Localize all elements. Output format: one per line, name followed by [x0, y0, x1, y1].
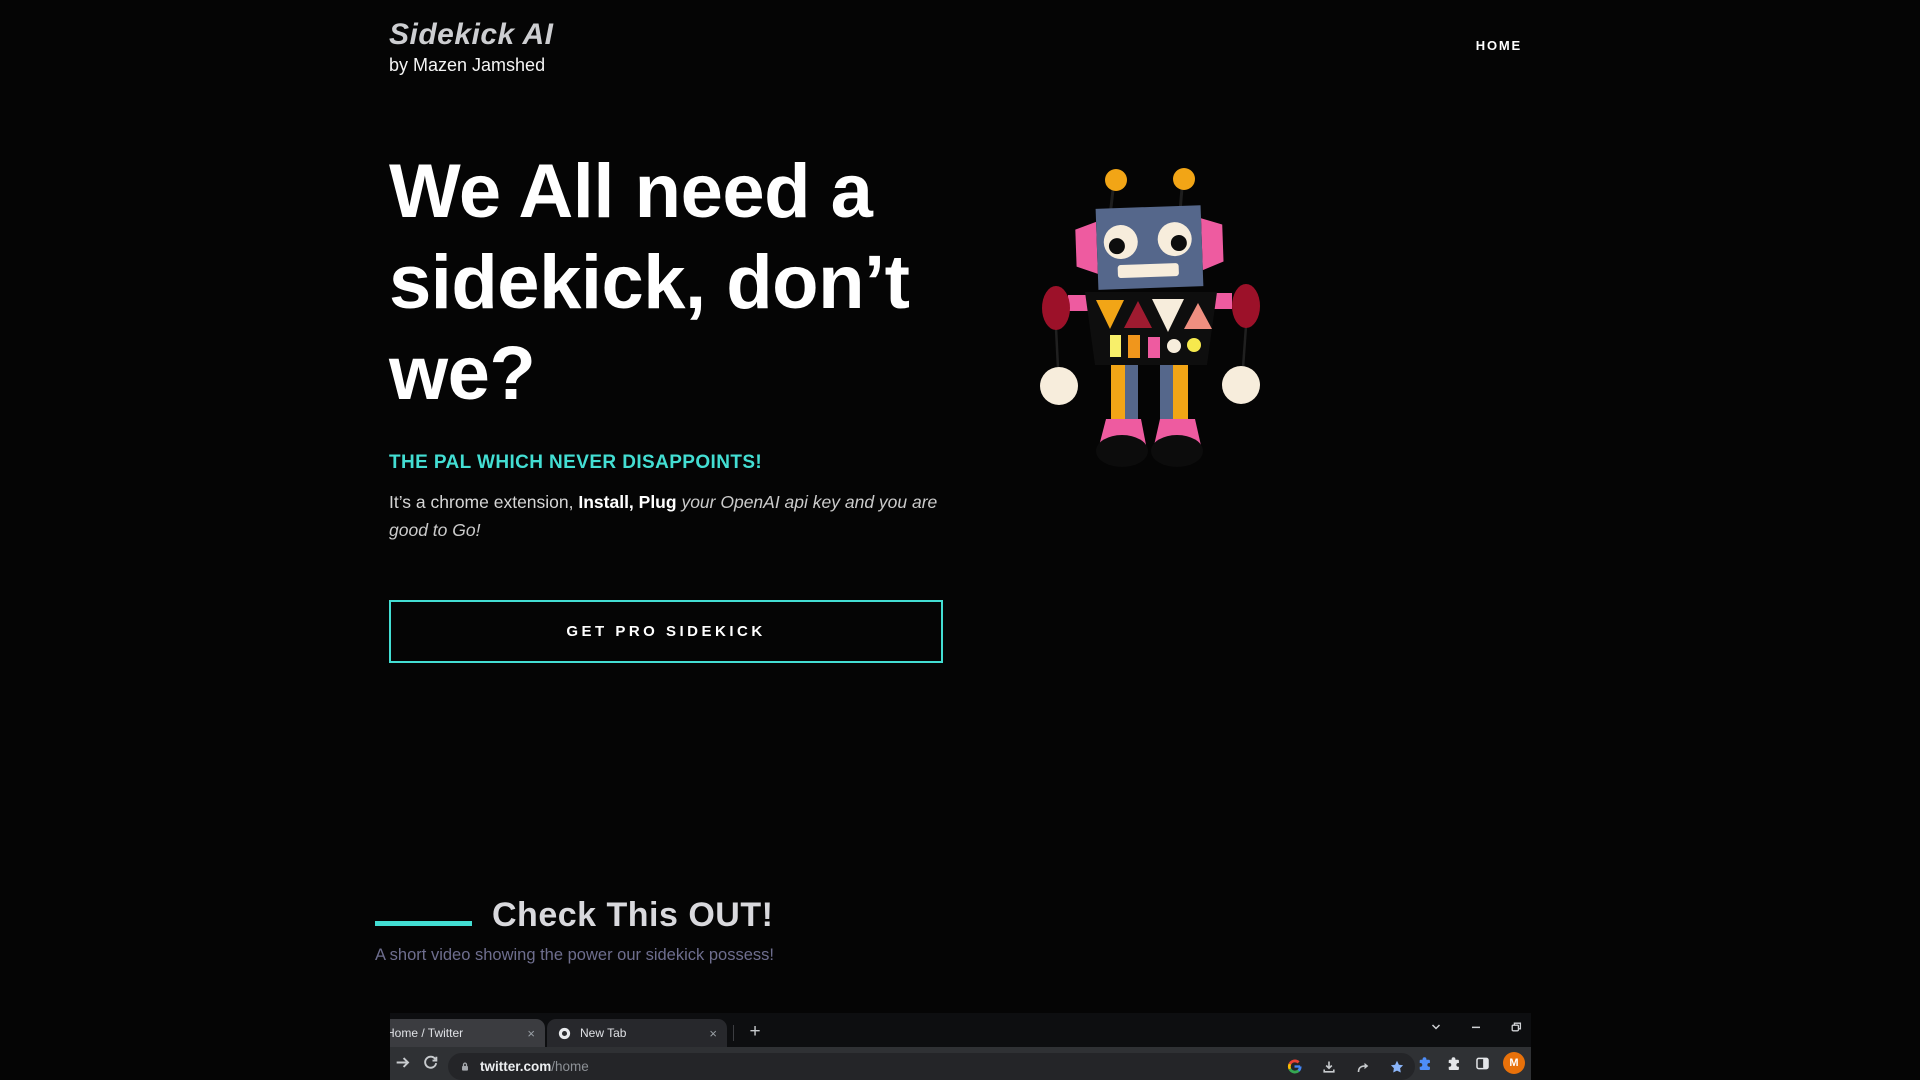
sidekick-robot-illustration	[1028, 158, 1273, 473]
tab-title: New Tab	[580, 1026, 701, 1040]
restore-icon	[1509, 1020, 1523, 1034]
profile-avatar: M	[1503, 1052, 1525, 1074]
browser-tab-strip: Home / Twitter × New Tab × +	[390, 1013, 1531, 1047]
extensions-puzzle-icon	[1445, 1055, 1462, 1072]
lock-icon	[458, 1060, 472, 1074]
window-controls	[1429, 1020, 1523, 1034]
share-icon	[1355, 1059, 1371, 1075]
url-path: /home	[551, 1059, 589, 1074]
browser-toolbar: twitter.com/home M	[390, 1047, 1531, 1080]
robot-hand-left	[1040, 367, 1078, 405]
reload-icon	[422, 1054, 439, 1071]
chrome-icon	[557, 1026, 572, 1041]
demo-video[interactable]: Home / Twitter × New Tab × +	[390, 1013, 1531, 1080]
hero-description: It’s a chrome extension, Install, Plug y…	[389, 488, 949, 544]
hero-tagline: THE PAL WHICH NEVER DISAPPOINTS!	[389, 452, 1029, 474]
robot-ear-left	[1075, 222, 1098, 275]
close-icon: ×	[527, 1027, 535, 1040]
bookmark-star-icon	[1389, 1059, 1405, 1075]
url-text: twitter.com/home	[480, 1059, 589, 1074]
site-logo[interactable]: Sidekick AI by Mazen Jamshed	[389, 18, 553, 76]
address-bar: twitter.com/home	[448, 1053, 1415, 1080]
minimize-icon	[1469, 1020, 1483, 1034]
download-icon	[1321, 1059, 1337, 1075]
new-tab-button: +	[742, 1019, 768, 1045]
desc-part-1: It’s a chrome extension,	[389, 492, 578, 512]
nav-link-home[interactable]: HOME	[1476, 38, 1522, 53]
robot-hand-right	[1222, 366, 1260, 404]
address-bar-icons	[1286, 1058, 1405, 1075]
video-section-heading: Check This OUT!	[492, 896, 773, 935]
landing-page: Sidekick AI by Mazen Jamshed HOME We All…	[0, 0, 1920, 1080]
robot-ear-right	[1201, 217, 1224, 270]
browser-tab-twitter: Home / Twitter ×	[390, 1019, 545, 1047]
desc-part-2: Install, Plug	[578, 492, 676, 512]
url-domain: twitter.com	[480, 1059, 551, 1074]
antenna-ball-right	[1173, 168, 1195, 190]
robot-mouth	[1118, 263, 1179, 278]
google-icon	[1286, 1058, 1303, 1075]
video-section-subheading: A short video showing the power our side…	[375, 946, 774, 965]
browser-tab-new-tab: New Tab ×	[547, 1019, 727, 1047]
accent-divider-line	[375, 921, 472, 926]
extension-blue-icon	[1416, 1055, 1433, 1072]
hero-heading: We All need a sidekick, don’t we?	[389, 146, 1009, 420]
chevron-down-icon	[1429, 1020, 1443, 1034]
logo-subtitle: by Mazen Jamshed	[389, 55, 553, 76]
side-panel-icon	[1474, 1055, 1491, 1072]
antenna-ball-left	[1105, 169, 1127, 191]
logo-title: Sidekick AI	[389, 18, 553, 52]
tab-title: Home / Twitter	[390, 1026, 519, 1040]
hero-section: We All need a sidekick, don’t we? THE PA…	[389, 146, 1029, 663]
get-pro-sidekick-button[interactable]: GET PRO SIDEKICK	[389, 600, 943, 663]
close-icon: ×	[709, 1027, 717, 1040]
forward-arrow-icon	[394, 1054, 411, 1071]
tab-separator	[733, 1025, 734, 1041]
toolbar-icons: M	[1416, 1052, 1525, 1074]
